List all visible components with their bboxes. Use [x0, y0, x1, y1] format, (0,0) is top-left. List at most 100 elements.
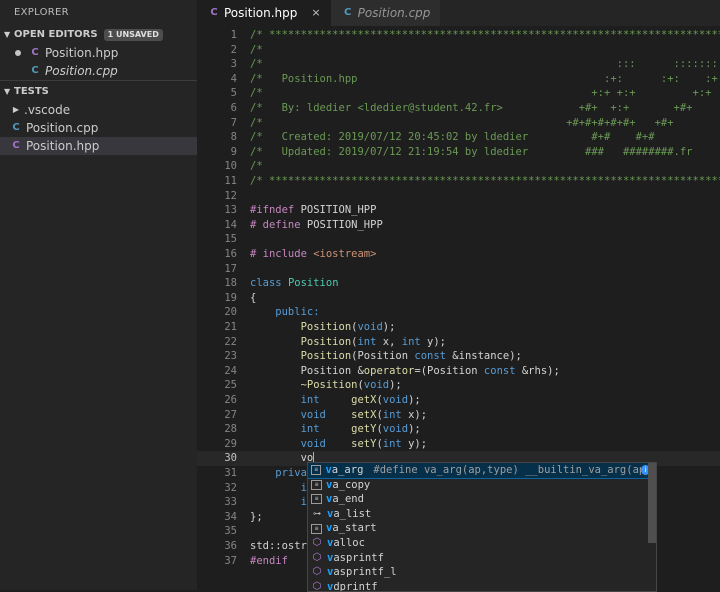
code-token: );: [408, 394, 421, 406]
code-line[interactable]: 20 public:: [197, 305, 720, 320]
code-line[interactable]: 3 /* ::: :::::::: */: [197, 57, 720, 72]
code-token: /* Position.hpp :+: :+: :+: */: [250, 72, 720, 85]
code-token: &rhs);: [515, 364, 560, 377]
code-line[interactable]: 28 int getY(void);: [197, 422, 720, 437]
code-line[interactable]: 23 Position(Position const &instance);: [197, 349, 720, 364]
suggestion-label: va_arg: [325, 463, 363, 478]
code-token: ~Position: [250, 379, 358, 392]
tests-folder-label: TESTS: [14, 86, 49, 97]
close-icon[interactable]: ×: [311, 0, 320, 26]
tree-item-position-cpp[interactable]: C Position.cpp: [0, 119, 197, 137]
cpp-file-icon: C: [12, 122, 20, 133]
code-line[interactable]: 6 /* By: ldedier <ldedier@student.42.fr> …: [197, 101, 720, 116]
suggestion-item[interactable]: ≡ va_arg #define va_arg(ap,type) __builtin…: [308, 463, 656, 479]
cpp-file-icon: C: [343, 7, 352, 18]
suggestion-item[interactable]: ⬡ vdprintf: [308, 580, 656, 591]
code-token: int: [250, 394, 352, 406]
line-number: 10: [224, 160, 237, 173]
code-token: /* ::: :::::::: */: [250, 58, 720, 71]
code-token: Position: [250, 350, 352, 363]
code-line[interactable]: 13 #ifndef POSITION_HPP: [197, 203, 720, 218]
line-number: 17: [224, 262, 237, 275]
code-token: in: [250, 481, 314, 494]
tree-item-vscode[interactable]: ▶ .vscode: [0, 101, 197, 119]
suggestion-item[interactable]: ≡ va_copy: [308, 478, 656, 493]
suggestion-item[interactable]: ≡ va_end: [308, 492, 656, 507]
code-token: class: [250, 277, 288, 290]
line-number: 29: [224, 437, 237, 450]
tests-folder-header[interactable]: ▼ TESTS: [0, 83, 197, 101]
line-number: 2: [230, 43, 237, 56]
suggestion-label: vasprintf_l: [327, 565, 397, 580]
code-line[interactable]: 2 /* */: [197, 43, 720, 58]
code-line[interactable]: 22 Position(int x, int y);: [197, 335, 720, 350]
open-editor-item-cpp[interactable]: C Position.cpp: [0, 62, 197, 80]
code-text: /* +#+#+#+#+#+ +#+ */: [250, 116, 720, 131]
code-line[interactable]: 17: [197, 262, 720, 277]
code-line[interactable]: 16 # include <iostream>: [197, 247, 720, 262]
code-line[interactable]: 25 ~Position(void);: [197, 378, 720, 393]
line-number: 33: [224, 496, 237, 509]
code-line[interactable]: 21 Position(void);: [197, 320, 720, 335]
line-number: 21: [224, 321, 237, 333]
tab-position-cpp[interactable]: C Position.cpp: [330, 0, 441, 26]
suggestion-item[interactable]: ⬡ vasprintf: [308, 551, 656, 566]
code-line[interactable]: 27 void setX(int x);: [197, 408, 720, 423]
line-number: 16: [224, 248, 237, 260]
suggestion-label: vasprintf: [327, 551, 384, 566]
macro-icon: ≡: [311, 494, 322, 505]
code-token: );: [389, 379, 402, 392]
suggestion-rest: a_arg: [331, 464, 364, 476]
suggestion-item[interactable]: ≡ va_start: [308, 521, 656, 536]
function-cube-icon: ⬡: [312, 536, 322, 548]
code-line[interactable]: 18 class Position: [197, 276, 720, 291]
typedef-icon: ⊶: [313, 508, 321, 518]
tree-item-position-hpp[interactable]: C Position.hpp: [0, 137, 197, 155]
code-text: /* By: ldedier <ldedier@student.42.fr> +…: [250, 101, 720, 116]
code-token: const: [483, 364, 516, 377]
open-editor-item-hpp[interactable]: C Position.hpp: [0, 44, 197, 62]
unsaved-badge: 1 UNSAVED: [103, 29, 163, 41]
code-line[interactable]: 19 {: [197, 291, 720, 306]
code-token: void: [382, 423, 409, 436]
code-line[interactable]: 26 int getX(void);: [197, 393, 720, 408]
suggestion-item[interactable]: ⬡ vasprintf_l: [308, 565, 656, 580]
code-token: /* +#+#+#+#+#+ +#+ */: [250, 116, 720, 129]
code-text: ~Position(void);: [250, 378, 402, 393]
code-line[interactable]: 7 /* +#+#+#+#+#+ +#+ */: [197, 116, 720, 131]
code-token: /* Updated: 2019/07/12 21:19:54 by ldedi…: [250, 145, 720, 158]
code-token: #ifndef: [250, 204, 301, 217]
explorer-sidebar: EXPLORER ▼ OPEN EDITORS 1 UNSAVED C Posi…: [0, 0, 197, 590]
code-token: );: [408, 423, 421, 436]
code-text: class Position: [250, 276, 339, 291]
code-token: privat: [250, 467, 314, 479]
line-number: 4: [230, 72, 237, 85]
suggestion-item[interactable]: ⊶ va_list: [308, 507, 656, 522]
tree-item-label: Position.cpp: [26, 121, 99, 135]
code-token: Position: [250, 335, 352, 348]
code-line[interactable]: 10 /* */: [197, 159, 720, 174]
code-line[interactable]: 8 /* Created: 2019/07/12 20:45:02 by lded…: [197, 130, 720, 145]
code-line[interactable]: 15: [197, 232, 720, 247]
code-line[interactable]: 29 void setY(int y);: [197, 437, 720, 452]
code-line[interactable]: 12: [197, 189, 720, 204]
code-line[interactable]: 24 Position &operator=(Position const &r…: [197, 364, 720, 379]
suggestion-widget[interactable]: ≡ va_arg #define va_arg(ap,type) __builtin…: [307, 462, 657, 592]
code-token: =(Position: [414, 364, 484, 377]
suggestion-item[interactable]: ⬡ valloc: [308, 536, 656, 551]
tab-position-hpp[interactable]: C Position.hpp ×: [197, 0, 331, 26]
code-line[interactable]: 4 /* Position.hpp :+: :+: :+: */: [197, 72, 720, 87]
open-editors-header[interactable]: ▼ OPEN EDITORS 1 UNSAVED: [0, 26, 197, 44]
code-line[interactable]: 9 /* Updated: 2019/07/12 21:19:54 by lded…: [197, 145, 720, 160]
line-number: 30: [224, 452, 237, 465]
code-line[interactable]: 14 # define POSITION_HPP: [197, 218, 720, 233]
code-token: # define: [250, 218, 307, 231]
suggestion-scrollbar[interactable]: [648, 463, 656, 543]
line-number: 19: [224, 291, 237, 304]
code-token: int: [382, 408, 402, 421]
unsaved-dot-icon[interactable]: [15, 50, 21, 56]
code-text: void setY(int y);: [250, 437, 427, 452]
code-line[interactable]: 1 /* ************************************…: [197, 28, 720, 43]
code-line[interactable]: 5 /* +:+ +:+ +:+ */: [197, 86, 720, 101]
code-line[interactable]: 11 /* ***********************************…: [197, 174, 720, 189]
